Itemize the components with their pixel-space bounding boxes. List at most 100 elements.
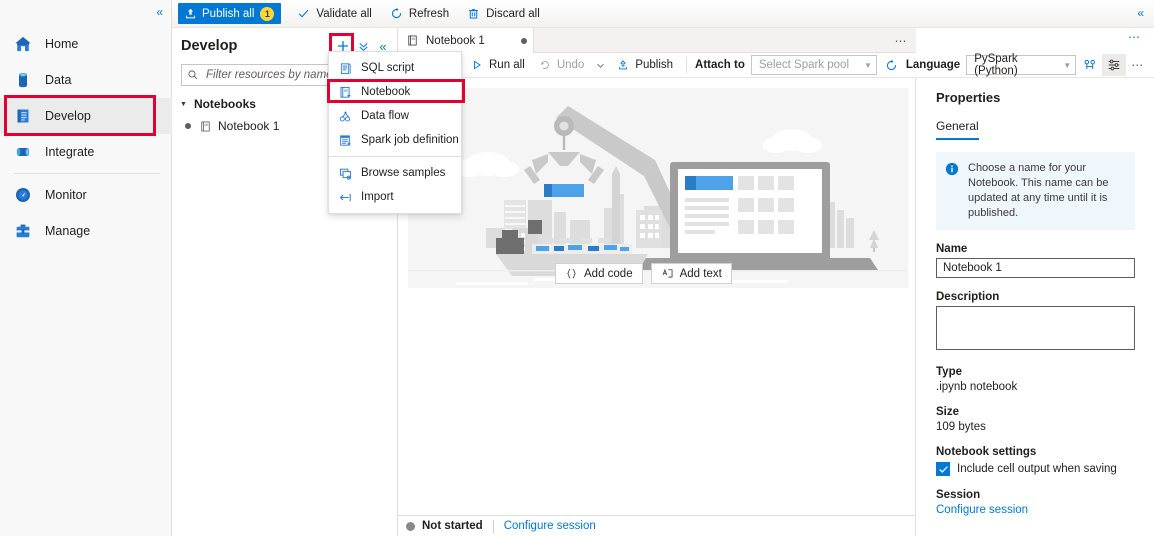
sidebar-item-home[interactable]: Home: [0, 26, 172, 62]
language-value: PySpark (Python): [974, 53, 1018, 77]
name-field[interactable]: [936, 258, 1135, 278]
properties-tabs: General: [936, 119, 1135, 140]
session-state-label: Not started: [422, 520, 483, 532]
develop-document-icon: [10, 103, 36, 129]
run-all-label: Run all: [489, 59, 525, 71]
rail-divider: [14, 173, 160, 174]
chevron-down-icon: ▼: [863, 60, 872, 70]
notebook-icon: [199, 120, 212, 133]
undo-label: Undo: [556, 59, 585, 71]
cell-action-buttons: Add code Add text: [555, 263, 740, 284]
refresh-circle-icon: [390, 7, 403, 20]
publish-all-button[interactable]: Publish all 1: [178, 3, 282, 24]
refresh-circle-icon: [886, 59, 896, 70]
sidebar-item-integrate[interactable]: Integrate: [0, 134, 172, 170]
chevron-down-icon: [597, 63, 605, 68]
discard-all-label: Discard all: [486, 7, 540, 20]
sidebar-item-manage[interactable]: Manage: [0, 213, 172, 249]
menu-divider: [329, 156, 461, 157]
page-title: Develop: [181, 38, 238, 54]
outline-button[interactable]: [1078, 54, 1102, 76]
sidebar-item-label: Manage: [45, 224, 91, 238]
discard-all-button[interactable]: Discard all: [459, 3, 548, 24]
sidebar-item-label: Monitor: [45, 188, 87, 202]
configure-session-link[interactable]: Configure session: [504, 520, 596, 532]
status-badge: [406, 521, 415, 531]
spark-pool-select[interactable]: Select Spark pool ▼: [750, 55, 877, 75]
menu-item-label: Data flow: [361, 110, 409, 122]
sidebar-item-label: Data: [45, 73, 72, 87]
tab-general[interactable]: General: [936, 119, 979, 140]
sql-script-icon: [337, 61, 353, 76]
sidebar-item-label: Home: [45, 37, 79, 51]
notebook-settings-button[interactable]: [1102, 54, 1126, 76]
notebook-settings-label: Notebook settings: [936, 446, 1037, 458]
name-field-label: Name: [936, 243, 968, 255]
synapse-empty-notebook-illustration: [408, 88, 908, 288]
monitor-gauge-icon: [10, 182, 36, 208]
menu-item-label: Spark job definition: [361, 134, 459, 146]
spark-job-icon: [337, 133, 353, 148]
rail-collapse-icon[interactable]: «: [156, 6, 163, 18]
menu-item-spark-job-definition[interactable]: Spark job definition: [329, 128, 461, 152]
undo-more-button[interactable]: [591, 55, 610, 76]
type-field-value: .ipynb notebook: [936, 381, 1018, 393]
toolbar-divider: [686, 57, 688, 73]
include-cell-output-checkbox[interactable]: [936, 462, 950, 476]
run-all-button[interactable]: Run all: [464, 55, 532, 76]
description-field[interactable]: [936, 306, 1135, 350]
validate-all-label: Validate all: [316, 7, 372, 20]
data-flow-icon: [337, 109, 353, 124]
validate-all-button[interactable]: Validate all: [289, 3, 379, 24]
refresh-session-button[interactable]: [877, 55, 904, 76]
publish-all-label: Publish all: [202, 7, 255, 20]
sidebar-item-label: Develop: [45, 109, 91, 123]
menu-item-browse-samples[interactable]: Browse samples: [329, 161, 461, 185]
notebook-toolbar: Run all Undo Publish Attach to Select Sp…: [398, 53, 1154, 78]
size-field-label: Size: [936, 406, 960, 418]
sidebar-item-data[interactable]: Data: [0, 62, 172, 98]
topbar-collapse-icon[interactable]: «: [1137, 7, 1144, 19]
sidebar-item-develop[interactable]: Develop: [0, 98, 172, 134]
info-circle-icon: [945, 161, 961, 221]
sidebar-item-label: Integrate: [45, 145, 95, 159]
integrate-pipeline-icon: [10, 139, 36, 165]
tabstrip-more-icon[interactable]: ⋯: [895, 28, 909, 53]
database-icon: [10, 67, 36, 93]
spark-pool-placeholder: Select Spark pool: [758, 59, 850, 71]
panel-more-icon[interactable]: ⋯: [1128, 30, 1142, 44]
publish-upload-icon: [617, 59, 629, 71]
add-code-label: Add code: [584, 267, 633, 280]
menu-item-label: SQL script: [361, 62, 415, 74]
tree-item-label: Notebook 1: [218, 119, 280, 133]
undo-icon: [539, 59, 551, 71]
search-icon: [188, 70, 198, 80]
notebook-more-button[interactable]: ⋯: [1126, 54, 1150, 76]
menu-item-notebook[interactable]: Notebook: [329, 80, 461, 104]
unsaved-indicator-dot: [185, 123, 191, 129]
add-text-label: Add text: [679, 267, 722, 280]
sidebar-item-monitor[interactable]: Monitor: [0, 177, 172, 213]
publish-upload-icon: [184, 7, 197, 20]
menu-item-import[interactable]: Import: [329, 185, 461, 209]
include-cell-output-label: Include cell output when saving: [957, 463, 1117, 475]
add-text-button[interactable]: Add text: [650, 263, 732, 284]
home-icon: [10, 31, 36, 57]
tab-notebook-1[interactable]: Notebook 1: [398, 28, 534, 53]
language-select[interactable]: PySpark (Python) ▼: [966, 53, 1077, 77]
ellipsis-icon: ⋯: [1131, 58, 1145, 72]
add-resource-menu: SQL script Notebook Data flow Spark job …: [327, 51, 465, 214]
left-navigation-rail: « Home Data Develop Integrate Monitor Ma…: [0, 0, 172, 536]
info-message-text: Choose a name for your Notebook. This na…: [968, 162, 1109, 219]
type-field-label: Type: [936, 366, 962, 378]
publish-button[interactable]: Publish: [610, 55, 680, 76]
menu-item-data-flow[interactable]: Data flow: [329, 104, 461, 128]
chevron-down-icon: ▼: [180, 100, 187, 108]
undo-button[interactable]: Undo: [532, 55, 592, 76]
import-arrow-icon: [337, 190, 353, 205]
configure-session-link[interactable]: Configure session: [936, 504, 1135, 516]
menu-item-sql-script[interactable]: SQL script: [329, 56, 461, 80]
refresh-button[interactable]: Refresh: [382, 3, 457, 24]
add-code-button[interactable]: Add code: [555, 263, 643, 284]
menu-item-label: Import: [361, 191, 394, 203]
